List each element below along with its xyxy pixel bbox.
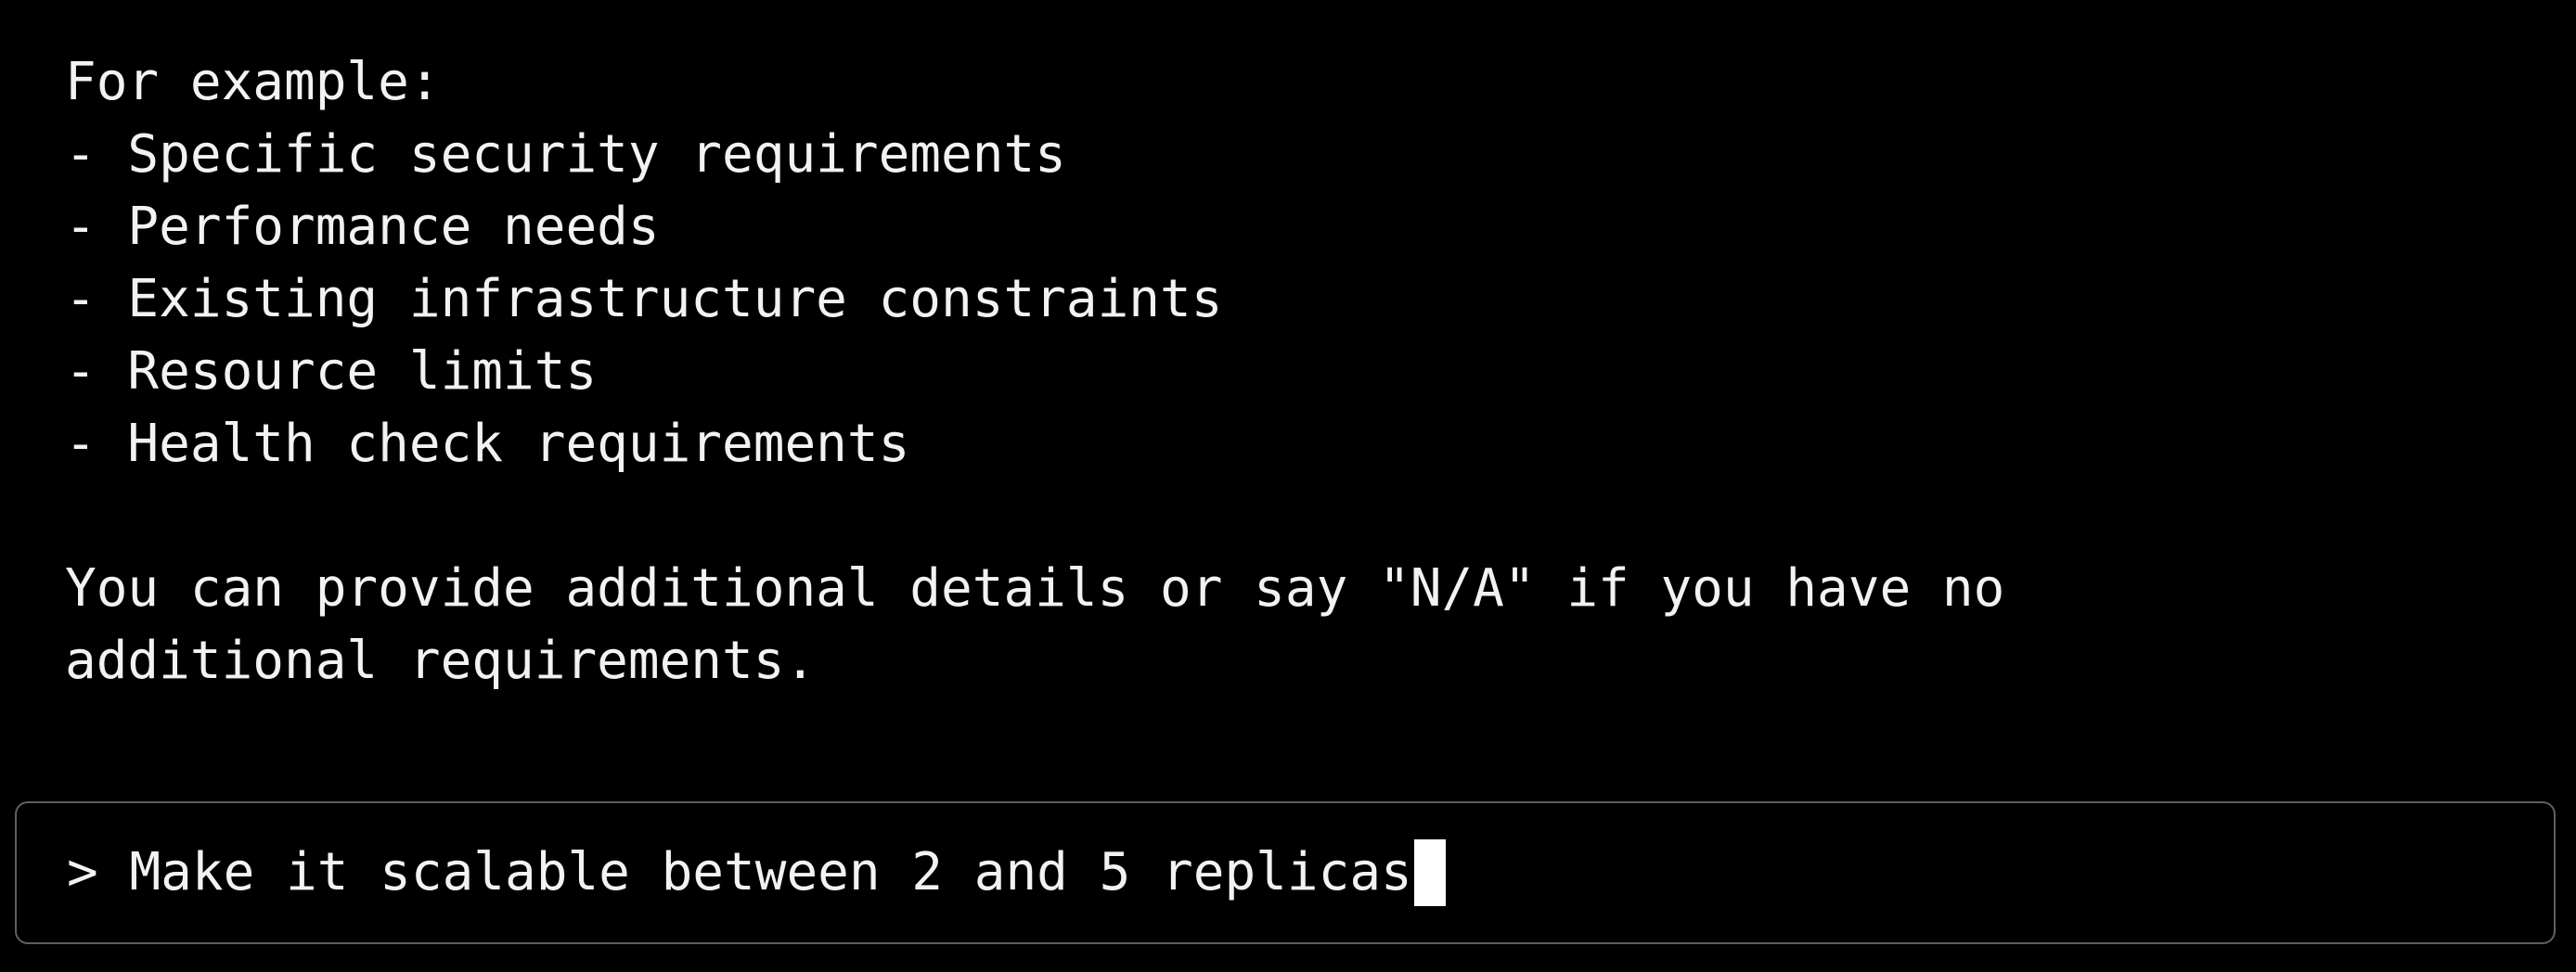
output-line: - Resource limits (65, 341, 598, 402)
command-input[interactable]: Make it scalable between 2 and 5 replica… (129, 837, 1411, 909)
output-line: You can provide additional details or sa… (65, 558, 2005, 619)
terminal-output: For example: - Specific security require… (65, 46, 2515, 697)
output-line: additional requirements. (65, 631, 817, 691)
prompt-symbol: > (67, 842, 98, 902)
output-line: For example: (65, 52, 441, 112)
prompt-spacer (98, 837, 130, 909)
output-line: - Specific security requirements (65, 124, 1066, 185)
command-input-box[interactable]: > Make it scalable between 2 and 5 repli… (15, 801, 2556, 944)
text-cursor (1413, 839, 1446, 906)
output-line: - Existing infrastructure constraints (65, 269, 1223, 329)
output-line: - Health check requirements (65, 414, 910, 474)
output-line: - Performance needs (65, 197, 660, 257)
command-input-row[interactable]: > Make it scalable between 2 and 5 repli… (67, 837, 1446, 909)
